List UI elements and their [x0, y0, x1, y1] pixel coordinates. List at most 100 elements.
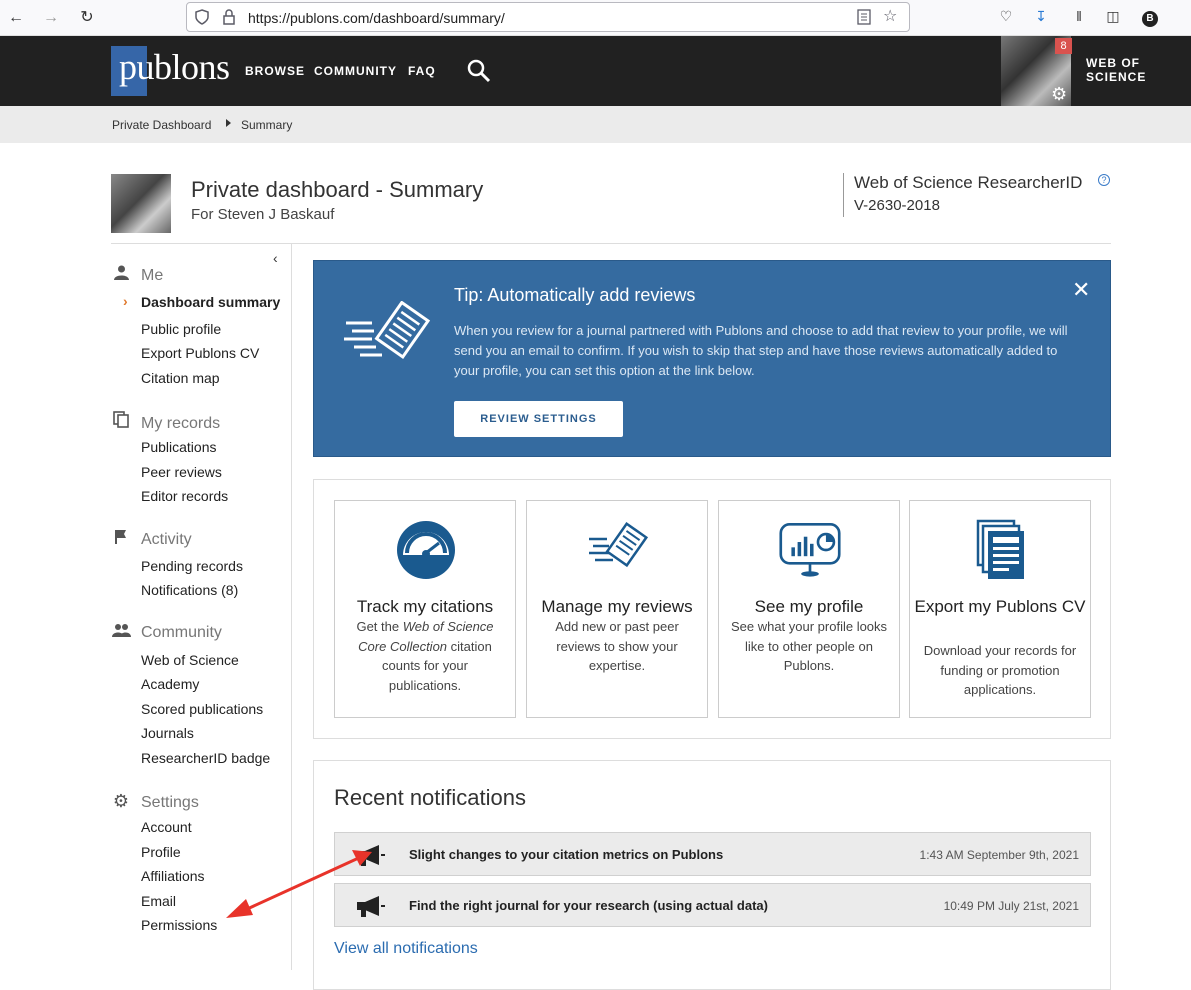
card-manage-reviews[interactable]: Manage my reviews Add new or past peer r…	[526, 500, 708, 718]
card-description: See what your profile looks like to othe…	[730, 619, 888, 673]
sidebar-item-scored-publications[interactable]: Scored publications	[141, 701, 263, 717]
library-icon[interactable]: ‖	[1069, 7, 1089, 25]
back-icon[interactable]: ←	[6, 8, 26, 28]
profile-avatar-icon[interactable]: B	[1140, 7, 1160, 27]
notification-badge[interactable]: 8	[1055, 38, 1072, 54]
flag-icon	[112, 529, 130, 548]
review-settings-button[interactable]: REVIEW SETTINGS	[454, 401, 623, 437]
active-chevron-icon: ›	[123, 293, 128, 309]
search-icon[interactable]	[466, 58, 492, 84]
reload-icon[interactable]: ↻	[77, 8, 97, 28]
person-icon	[112, 265, 130, 284]
sidebar-item-publications[interactable]: Publications	[141, 439, 217, 455]
breadcrumb-current: Summary	[241, 118, 293, 132]
tip-banner: Tip: Automatically add reviews When you …	[313, 260, 1111, 457]
reader-view-icon[interactable]	[857, 9, 871, 28]
sidebar-item-email[interactable]: Email	[141, 893, 176, 909]
shield-icon[interactable]	[195, 9, 209, 28]
sidebar-item-affiliations[interactable]: Affiliations	[141, 868, 205, 884]
card-title: Track my citations	[356, 597, 494, 616]
breadcrumb-separator-icon	[226, 119, 231, 127]
notification-row[interactable]: Find the right journal for your research…	[334, 883, 1091, 927]
avatar	[111, 174, 171, 233]
documents-stack-icon	[976, 519, 1024, 579]
sidebar-item-editor-records[interactable]: Editor records	[141, 488, 228, 504]
card-description: Get the Web of Science Core Collection c…	[356, 619, 494, 693]
notification-text: Find the right journal for your research…	[409, 898, 768, 913]
web-of-science-link[interactable]: WEB OF SCIENCE	[1086, 56, 1146, 84]
researcher-id-box: Web of Science ResearcherID V-2630-2018	[843, 173, 1082, 217]
tip-body: When you review for a journal partnered …	[454, 323, 1068, 378]
sidebar-item-citation-map[interactable]: Citation map	[141, 370, 220, 386]
forward-icon[interactable]: →	[41, 8, 61, 28]
notification-date: 1:43 AM September 9th, 2021	[919, 848, 1079, 862]
nav-browse[interactable]: BROWSE	[245, 64, 305, 78]
monitor-chart-icon	[779, 522, 841, 577]
sidebar-divider	[291, 244, 292, 970]
card-description: Add new or past peer reviews to show you…	[555, 619, 679, 673]
notification-date: 10:49 PM July 21st, 2021	[943, 899, 1079, 913]
gear-icon[interactable]: ⚙	[1051, 85, 1067, 103]
sidebar-item-academy[interactable]: Academy	[141, 676, 199, 692]
sidebar-item-journals[interactable]: Journals	[141, 725, 194, 741]
recent-notifications: Recent notifications Slight changes to y…	[313, 760, 1111, 990]
sidebar-item-profile[interactable]: Profile	[141, 844, 181, 860]
page-subtitle: For Steven J Baskauf	[191, 206, 335, 223]
card-title: Manage my reviews	[541, 597, 693, 616]
sidebar-item-web-of-science[interactable]: Web of Science	[141, 652, 239, 668]
megaphone-icon	[357, 845, 385, 866]
nav-faq[interactable]: FAQ	[408, 64, 436, 78]
copy-icon	[112, 411, 130, 432]
card-export-cv[interactable]: Export my Publons CV Download your recor…	[909, 500, 1091, 718]
view-all-notifications-link[interactable]: View all notifications	[334, 940, 478, 958]
card-track-citations[interactable]: Track my citations Get the Web of Scienc…	[334, 500, 516, 718]
breadcrumb: Private Dashboard Summary	[0, 106, 1191, 143]
sidebar-item-permissions[interactable]: Permissions	[141, 917, 217, 933]
help-icon[interactable]: ?	[1098, 174, 1110, 186]
sidebar-section-activity: Activity	[112, 529, 192, 549]
pocket-icon[interactable]: ♡	[996, 7, 1016, 25]
page-title: Private dashboard - Summary	[191, 177, 484, 202]
section-title: Recent notifications	[334, 785, 526, 810]
card-title: See my profile	[754, 597, 864, 616]
researcher-id-value: V-2630-2018	[854, 197, 940, 214]
lock-icon[interactable]	[223, 9, 235, 28]
download-icon[interactable]: ↧	[1031, 7, 1051, 25]
sidebar-item-public-profile[interactable]: Public profile	[141, 321, 221, 337]
sidebar-section-community: Community	[112, 623, 222, 642]
notification-text: Slight changes to your citation metrics …	[409, 847, 724, 862]
address-bar[interactable]: https://publons.com/dashboard/summary/ ☆	[186, 2, 910, 32]
close-icon[interactable]: ✕	[1072, 279, 1090, 301]
people-icon	[112, 623, 131, 641]
action-cards: Track my citations Get the Web of Scienc…	[313, 479, 1111, 739]
sidebar-section-me: Me	[112, 265, 163, 285]
card-see-profile[interactable]: See my profile See what your profile loo…	[718, 500, 900, 718]
sidebar-section-my-records: My records	[112, 411, 220, 433]
url-text[interactable]: https://publons.com/dashboard/summary/	[248, 10, 505, 26]
sidebar-section-settings: ⚙ Settings	[112, 791, 199, 811]
sidebar-icon[interactable]: ◫	[1103, 7, 1123, 25]
researcher-id-label: Web of Science ResearcherID	[854, 173, 1083, 192]
sidebar-item-account[interactable]: Account	[141, 819, 192, 835]
settings-gear-icon: ⚙	[112, 791, 130, 811]
sidebar-item-pending-records[interactable]: Pending records	[141, 558, 243, 574]
sidebar-item-export-cv[interactable]: Export Publons CV	[141, 345, 259, 361]
sidebar-item-notifications[interactable]: Notifications (8)	[141, 582, 238, 598]
reviews-icon	[589, 521, 649, 568]
notification-row[interactable]: Slight changes to your citation metrics …	[334, 832, 1091, 876]
divider	[111, 243, 1111, 244]
speedometer-icon	[397, 521, 455, 579]
bookmark-star-icon[interactable]: ☆	[883, 9, 897, 25]
sidebar-item-researcherid-badge[interactable]: ResearcherID badge	[141, 750, 270, 766]
sidebar-item-dashboard-summary[interactable]: Dashboard summary	[141, 294, 280, 310]
tip-title: Tip: Automatically add reviews	[454, 285, 696, 305]
collapse-sidebar-icon[interactable]: ‹	[273, 250, 278, 266]
browser-toolbar: ← → ↻ https://publons.com/dashboard/summ…	[0, 0, 1191, 36]
breadcrumb-private-dashboard[interactable]: Private Dashboard	[112, 118, 211, 132]
card-title: Export my Publons CV	[914, 597, 1086, 616]
sidebar-item-peer-reviews[interactable]: Peer reviews	[141, 464, 222, 480]
nav-community[interactable]: COMMUNITY	[314, 64, 397, 78]
site-header: publons BROWSE COMMUNITY FAQ 8 ⚙ WEB OF …	[0, 36, 1191, 106]
review-document-icon	[344, 301, 431, 360]
card-description: Download your records for funding or pro…	[923, 643, 1077, 697]
